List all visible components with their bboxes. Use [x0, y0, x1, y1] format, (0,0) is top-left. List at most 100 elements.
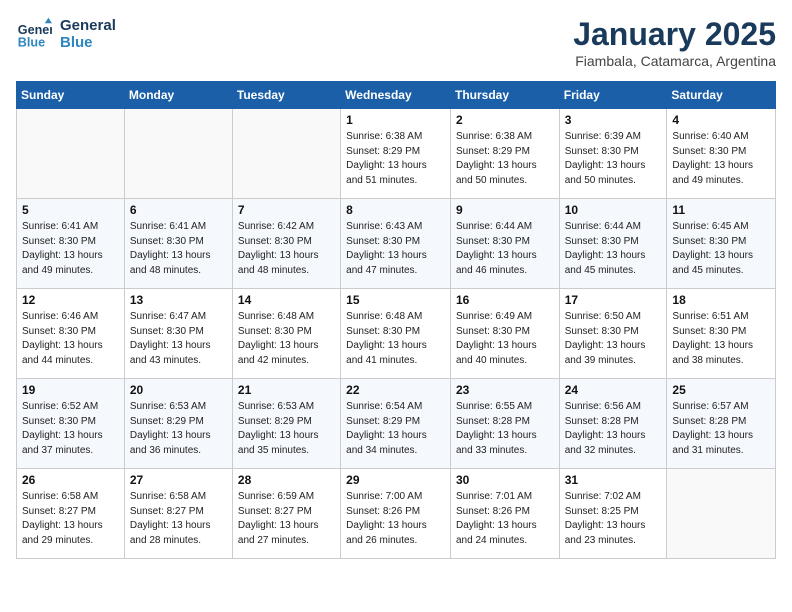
day-info: Sunrise: 7:00 AMSunset: 8:26 PMDaylight:…	[346, 490, 445, 548]
logo: General Blue General Blue	[16, 16, 116, 52]
table-row: 16 Sunrise: 6:49 AMSunset: 8:30 PMDaylig…	[450, 289, 559, 379]
calendar-body: 1 Sunrise: 6:38 AMSunset: 8:29 PMDayligh…	[17, 109, 776, 559]
day-info: Sunrise: 6:44 AMSunset: 8:30 PMDaylight:…	[456, 220, 554, 278]
title-block: January 2025 Fiambala, Catamarca, Argent…	[573, 16, 776, 69]
table-row: 5 Sunrise: 6:41 AMSunset: 8:30 PMDayligh…	[17, 199, 125, 289]
table-row: 17 Sunrise: 6:50 AMSunset: 8:30 PMDaylig…	[559, 289, 667, 379]
table-row: 26 Sunrise: 6:58 AMSunset: 8:27 PMDaylig…	[17, 469, 125, 559]
day-number: 6	[130, 203, 227, 217]
table-row	[667, 469, 776, 559]
day-info: Sunrise: 6:43 AMSunset: 8:30 PMDaylight:…	[346, 220, 445, 278]
table-row: 23 Sunrise: 6:55 AMSunset: 8:28 PMDaylig…	[450, 379, 559, 469]
col-tuesday: Tuesday	[232, 82, 340, 109]
col-monday: Monday	[124, 82, 232, 109]
col-wednesday: Wednesday	[341, 82, 451, 109]
logo-line2: Blue	[60, 34, 116, 51]
header-row: Sunday Monday Tuesday Wednesday Thursday…	[17, 82, 776, 109]
table-row: 22 Sunrise: 6:54 AMSunset: 8:29 PMDaylig…	[341, 379, 451, 469]
day-info: Sunrise: 6:52 AMSunset: 8:30 PMDaylight:…	[22, 400, 119, 458]
day-info: Sunrise: 6:53 AMSunset: 8:29 PMDaylight:…	[238, 400, 335, 458]
table-row: 19 Sunrise: 6:52 AMSunset: 8:30 PMDaylig…	[17, 379, 125, 469]
calendar-header: Sunday Monday Tuesday Wednesday Thursday…	[17, 82, 776, 109]
location-title: Fiambala, Catamarca, Argentina	[573, 53, 776, 69]
day-info: Sunrise: 6:41 AMSunset: 8:30 PMDaylight:…	[130, 220, 227, 278]
week-row-3: 19 Sunrise: 6:52 AMSunset: 8:30 PMDaylig…	[17, 379, 776, 469]
day-info: Sunrise: 7:02 AMSunset: 8:25 PMDaylight:…	[565, 490, 662, 548]
week-row-2: 12 Sunrise: 6:46 AMSunset: 8:30 PMDaylig…	[17, 289, 776, 379]
day-info: Sunrise: 6:44 AMSunset: 8:30 PMDaylight:…	[565, 220, 662, 278]
day-number: 3	[565, 113, 662, 127]
day-info: Sunrise: 6:42 AMSunset: 8:30 PMDaylight:…	[238, 220, 335, 278]
day-info: Sunrise: 6:45 AMSunset: 8:30 PMDaylight:…	[672, 220, 770, 278]
table-row: 4 Sunrise: 6:40 AMSunset: 8:30 PMDayligh…	[667, 109, 776, 199]
day-info: Sunrise: 6:39 AMSunset: 8:30 PMDaylight:…	[565, 130, 662, 188]
table-row: 9 Sunrise: 6:44 AMSunset: 8:30 PMDayligh…	[450, 199, 559, 289]
day-number: 31	[565, 473, 662, 487]
day-number: 2	[456, 113, 554, 127]
page-header: General Blue General Blue January 2025 F…	[16, 16, 776, 69]
day-number: 20	[130, 383, 227, 397]
day-number: 1	[346, 113, 445, 127]
day-info: Sunrise: 6:54 AMSunset: 8:29 PMDaylight:…	[346, 400, 445, 458]
table-row: 18 Sunrise: 6:51 AMSunset: 8:30 PMDaylig…	[667, 289, 776, 379]
day-number: 22	[346, 383, 445, 397]
day-number: 8	[346, 203, 445, 217]
day-number: 17	[565, 293, 662, 307]
logo-line1: General	[60, 17, 116, 34]
calendar-table: Sunday Monday Tuesday Wednesday Thursday…	[16, 81, 776, 559]
table-row: 7 Sunrise: 6:42 AMSunset: 8:30 PMDayligh…	[232, 199, 340, 289]
day-info: Sunrise: 6:53 AMSunset: 8:29 PMDaylight:…	[130, 400, 227, 458]
day-number: 28	[238, 473, 335, 487]
table-row: 31 Sunrise: 7:02 AMSunset: 8:25 PMDaylig…	[559, 469, 667, 559]
day-info: Sunrise: 6:40 AMSunset: 8:30 PMDaylight:…	[672, 130, 770, 188]
svg-text:Blue: Blue	[18, 36, 45, 50]
table-row: 6 Sunrise: 6:41 AMSunset: 8:30 PMDayligh…	[124, 199, 232, 289]
week-row-4: 26 Sunrise: 6:58 AMSunset: 8:27 PMDaylig…	[17, 469, 776, 559]
day-info: Sunrise: 6:57 AMSunset: 8:28 PMDaylight:…	[672, 400, 770, 458]
day-info: Sunrise: 6:55 AMSunset: 8:28 PMDaylight:…	[456, 400, 554, 458]
table-row: 20 Sunrise: 6:53 AMSunset: 8:29 PMDaylig…	[124, 379, 232, 469]
day-info: Sunrise: 6:48 AMSunset: 8:30 PMDaylight:…	[346, 310, 445, 368]
day-number: 18	[672, 293, 770, 307]
table-row: 12 Sunrise: 6:46 AMSunset: 8:30 PMDaylig…	[17, 289, 125, 379]
day-info: Sunrise: 6:41 AMSunset: 8:30 PMDaylight:…	[22, 220, 119, 278]
day-info: Sunrise: 6:48 AMSunset: 8:30 PMDaylight:…	[238, 310, 335, 368]
col-thursday: Thursday	[450, 82, 559, 109]
day-info: Sunrise: 6:59 AMSunset: 8:27 PMDaylight:…	[238, 490, 335, 548]
day-info: Sunrise: 6:38 AMSunset: 8:29 PMDaylight:…	[346, 130, 445, 188]
table-row: 21 Sunrise: 6:53 AMSunset: 8:29 PMDaylig…	[232, 379, 340, 469]
day-info: Sunrise: 6:46 AMSunset: 8:30 PMDaylight:…	[22, 310, 119, 368]
col-friday: Friday	[559, 82, 667, 109]
table-row: 14 Sunrise: 6:48 AMSunset: 8:30 PMDaylig…	[232, 289, 340, 379]
day-number: 30	[456, 473, 554, 487]
day-number: 9	[456, 203, 554, 217]
table-row: 8 Sunrise: 6:43 AMSunset: 8:30 PMDayligh…	[341, 199, 451, 289]
day-info: Sunrise: 6:58 AMSunset: 8:27 PMDaylight:…	[22, 490, 119, 548]
table-row: 2 Sunrise: 6:38 AMSunset: 8:29 PMDayligh…	[450, 109, 559, 199]
week-row-0: 1 Sunrise: 6:38 AMSunset: 8:29 PMDayligh…	[17, 109, 776, 199]
table-row: 10 Sunrise: 6:44 AMSunset: 8:30 PMDaylig…	[559, 199, 667, 289]
day-info: Sunrise: 6:38 AMSunset: 8:29 PMDaylight:…	[456, 130, 554, 188]
day-number: 13	[130, 293, 227, 307]
day-info: Sunrise: 6:51 AMSunset: 8:30 PMDaylight:…	[672, 310, 770, 368]
day-number: 10	[565, 203, 662, 217]
day-number: 27	[130, 473, 227, 487]
table-row: 11 Sunrise: 6:45 AMSunset: 8:30 PMDaylig…	[667, 199, 776, 289]
day-number: 12	[22, 293, 119, 307]
table-row: 30 Sunrise: 7:01 AMSunset: 8:26 PMDaylig…	[450, 469, 559, 559]
day-number: 25	[672, 383, 770, 397]
table-row: 3 Sunrise: 6:39 AMSunset: 8:30 PMDayligh…	[559, 109, 667, 199]
table-row	[17, 109, 125, 199]
day-number: 15	[346, 293, 445, 307]
day-number: 23	[456, 383, 554, 397]
table-row: 1 Sunrise: 6:38 AMSunset: 8:29 PMDayligh…	[341, 109, 451, 199]
table-row: 28 Sunrise: 6:59 AMSunset: 8:27 PMDaylig…	[232, 469, 340, 559]
day-info: Sunrise: 6:47 AMSunset: 8:30 PMDaylight:…	[130, 310, 227, 368]
day-number: 5	[22, 203, 119, 217]
day-number: 16	[456, 293, 554, 307]
table-row: 15 Sunrise: 6:48 AMSunset: 8:30 PMDaylig…	[341, 289, 451, 379]
day-info: Sunrise: 6:50 AMSunset: 8:30 PMDaylight:…	[565, 310, 662, 368]
table-row: 27 Sunrise: 6:58 AMSunset: 8:27 PMDaylig…	[124, 469, 232, 559]
table-row: 29 Sunrise: 7:00 AMSunset: 8:26 PMDaylig…	[341, 469, 451, 559]
day-number: 11	[672, 203, 770, 217]
